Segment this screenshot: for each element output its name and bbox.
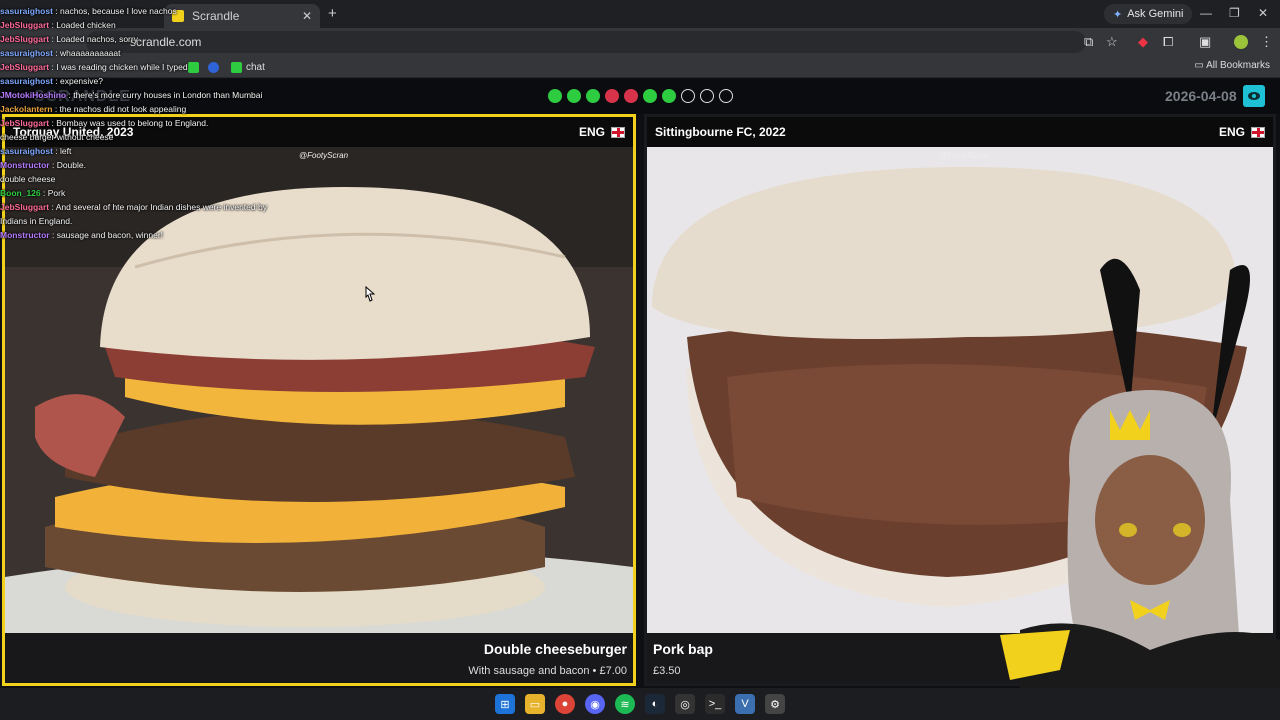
- settings-gear-icon[interactable]: ⚙: [765, 694, 785, 714]
- extensions-puzzle-icon[interactable]: ⧠: [1163, 34, 1173, 50]
- url-text: scrandle.com: [130, 35, 202, 49]
- profile-avatar[interactable]: [1234, 35, 1248, 49]
- eye-icon: [1248, 92, 1260, 100]
- food-photo-double-cheeseburger: [5, 147, 633, 633]
- ask-gemini-button[interactable]: ✦ Ask Gemini: [1104, 4, 1193, 24]
- card-footer: Double cheeseburger With sausage and bac…: [5, 633, 633, 683]
- country-code: ENG: [578, 125, 605, 139]
- tab-label: Scrandle: [192, 9, 240, 23]
- chrome-icon[interactable]: ●: [555, 694, 575, 714]
- bookmark-chat[interactable]: chat: [231, 60, 265, 74]
- game-logo: SCRANDLE: [34, 88, 131, 105]
- progress-dot-2: [567, 89, 581, 103]
- minimize-icon[interactable]: —: [1200, 6, 1212, 20]
- maximize-icon[interactable]: ❐: [1229, 6, 1240, 20]
- discord-icon[interactable]: ◉: [585, 694, 605, 714]
- team-name: Sittingbourne FC, 2022: [655, 125, 786, 139]
- address-bar[interactable]: scrandle.com: [86, 31, 1086, 53]
- bookmark-star-icon[interactable]: ☆: [1106, 34, 1118, 50]
- steam-icon[interactable]: ◐: [645, 694, 665, 714]
- game-date: 2026-04-08: [1165, 88, 1237, 104]
- install-icon[interactable]: ⧉: [1084, 34, 1093, 50]
- eye-toggle-button[interactable]: [1243, 85, 1265, 107]
- photo-credit: @FootyScran: [939, 151, 989, 160]
- extension-icon[interactable]: ◆: [1138, 34, 1148, 50]
- new-tab-button[interactable]: +: [328, 5, 337, 22]
- terminal-icon[interactable]: >_: [705, 694, 725, 714]
- dish-description: £3.50: [653, 665, 681, 677]
- menu-kebab-icon[interactable]: ⋮: [1260, 34, 1273, 50]
- food-card-left[interactable]: Torquay United, 2023 ENG @FootyScran Dou…: [2, 114, 636, 686]
- photo-credit: @FootyScran: [299, 151, 349, 160]
- gemini-sparkle-icon: ✦: [1113, 8, 1123, 21]
- progress-dot-10: [719, 89, 733, 103]
- team-name: Torquay United, 2023: [13, 125, 134, 139]
- spotify-icon[interactable]: ≋: [615, 694, 635, 714]
- progress-dot-4: [605, 89, 619, 103]
- progress-dot-6: [643, 89, 657, 103]
- bookmark-chat-label: chat: [246, 61, 265, 73]
- sidepanel-icon[interactable]: ▣: [1199, 34, 1211, 50]
- bookmark-r-icon[interactable]: [208, 60, 219, 74]
- mouse-hand-cursor-icon: [365, 286, 375, 302]
- card-header: Sittingbourne FC, 2022 ENG: [647, 117, 1273, 147]
- progress-dot-1: [548, 89, 562, 103]
- country-tag: ENG: [1219, 125, 1265, 139]
- file-explorer-icon[interactable]: ▭: [525, 694, 545, 714]
- folder-icon: ▭: [1194, 60, 1204, 71]
- vseeface-icon[interactable]: V: [735, 694, 755, 714]
- dish-description: With sausage and bacon • £7.00: [468, 665, 627, 677]
- windows-taskbar: ⊞ ▭ ● ◉ ≋ ◐ ◎ >_ V ⚙: [0, 688, 1280, 720]
- progress-dot-5: [624, 89, 638, 103]
- browser-tab-scrandle[interactable]: Scrandle ✕: [164, 4, 320, 28]
- dish-name: Pork bap: [653, 641, 713, 657]
- chat-k-icon: [231, 61, 242, 73]
- card-header: Torquay United, 2023 ENG: [5, 117, 633, 147]
- england-flag-icon: [611, 126, 625, 138]
- vtuber-avatar: [1000, 250, 1280, 720]
- browser-tab-inactive[interactable]: Scrandle: [6, 4, 156, 28]
- close-tab-icon[interactable]: ✕: [302, 9, 312, 23]
- bookmark-signal-icon[interactable]: [188, 60, 199, 74]
- england-flag-icon: [1251, 126, 1265, 138]
- start-windows-icon[interactable]: ⊞: [495, 694, 515, 714]
- tab-label: Scrandle: [14, 9, 62, 23]
- progress-dot-3: [586, 89, 600, 103]
- progress-dot-7: [662, 89, 676, 103]
- close-window-icon[interactable]: ✕: [1258, 6, 1268, 20]
- country-code: ENG: [1218, 125, 1245, 139]
- country-tag: ENG: [579, 125, 625, 139]
- progress-dots: [548, 89, 733, 103]
- favicon-icon: [172, 10, 184, 22]
- screen: { "browser": { "active_tab": "Scrandle",…: [0, 0, 1280, 720]
- progress-dot-8: [681, 89, 695, 103]
- all-bookmarks[interactable]: ▭ All Bookmarks: [1194, 60, 1270, 71]
- dish-name: Double cheeseburger: [483, 641, 627, 657]
- all-bookmarks-label: All Bookmarks: [1206, 60, 1270, 71]
- ask-gemini-label: Ask Gemini: [1127, 8, 1184, 20]
- progress-dot-9: [700, 89, 714, 103]
- obs-icon[interactable]: ◎: [675, 694, 695, 714]
